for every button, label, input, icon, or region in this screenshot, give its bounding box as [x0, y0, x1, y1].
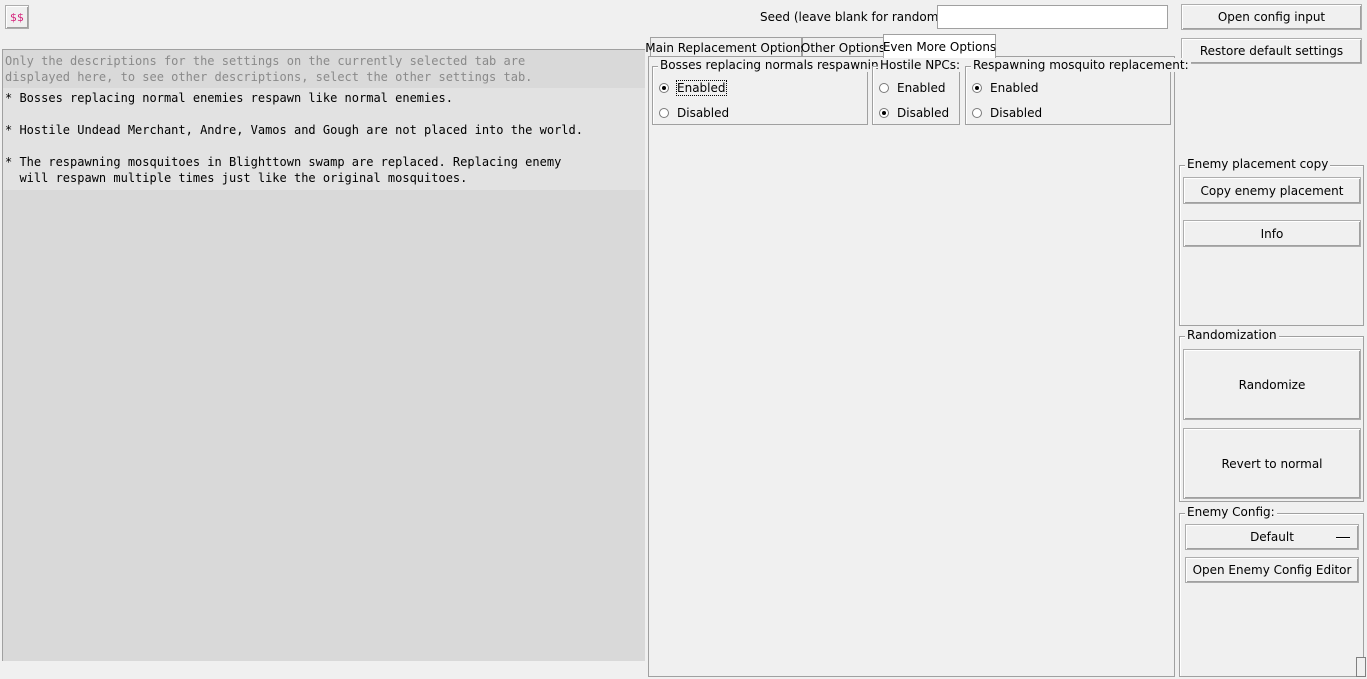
group-title: Randomization: [1185, 328, 1279, 342]
group-title: Enemy placement copy: [1185, 157, 1331, 171]
seed-label: Seed (leave blank for random):: [760, 10, 948, 24]
option-label: Disabled: [677, 106, 730, 120]
group-title: Enemy Config:: [1185, 505, 1277, 519]
tab-main-replacement-options[interactable]: Main Replacement Options: [645, 37, 807, 58]
option-label: Disabled: [990, 106, 1043, 120]
radio-button[interactable]: [659, 83, 669, 93]
radio-button[interactable]: [879, 83, 889, 93]
hostile-npcs-enabled-option[interactable]: Enabled: [879, 81, 946, 95]
option-label: Enabled: [990, 81, 1039, 95]
randomize-button[interactable]: Randomize: [1183, 349, 1361, 420]
group-title: Bosses replacing normals respawning:: [658, 58, 893, 72]
copy-enemy-placement-button[interactable]: Copy enemy placement: [1183, 177, 1361, 204]
option-label: Disabled: [897, 106, 950, 120]
dollar-icon: $$: [10, 10, 24, 24]
description-item: * Bosses replacing normal enemies respaw…: [5, 91, 453, 105]
restore-default-settings-button[interactable]: Restore default settings: [1181, 38, 1362, 64]
intro-line: Only the descriptions for the settings o…: [5, 54, 526, 68]
enemy-config-selected: Default: [1250, 530, 1294, 544]
tab-other-options[interactable]: Other Options: [801, 37, 885, 58]
enemy-config-dropdown[interactable]: Default: [1185, 524, 1359, 550]
settings-description-panel[interactable]: Only the descriptions for the settings o…: [2, 49, 645, 661]
bosses-respawning-disabled-option[interactable]: Disabled: [659, 106, 729, 120]
description-item: * Hostile Undead Merchant, Andre, Vamos …: [5, 123, 583, 137]
open-enemy-config-editor-button[interactable]: Open Enemy Config Editor: [1185, 557, 1359, 583]
description-item: will respawn multiple times just like th…: [5, 171, 468, 185]
mosquito-replacement-disabled-option[interactable]: Disabled: [972, 106, 1042, 120]
info-button[interactable]: Info: [1183, 220, 1361, 247]
mosquito-replacement-group: Respawning mosquito replacement: Enabled…: [965, 58, 1191, 125]
description-body: * Bosses replacing normal enemies respaw…: [3, 88, 645, 190]
dropdown-indicator-icon: [1336, 537, 1350, 539]
radio-button[interactable]: [972, 83, 982, 93]
seed-input[interactable]: [937, 5, 1168, 29]
radio-button[interactable]: [972, 108, 982, 118]
radio-button[interactable]: [879, 108, 889, 118]
tab-panel: Bosses replacing normals respawning: Ena…: [648, 56, 1191, 677]
revert-to-normal-button[interactable]: Revert to normal: [1183, 428, 1361, 499]
hostile-npcs-disabled-option[interactable]: Disabled: [879, 106, 949, 120]
option-label: Enabled: [676, 80, 727, 96]
intro-line: displayed here, to see other description…: [5, 70, 533, 84]
description-intro: Only the descriptions for the settings o…: [3, 50, 645, 88]
description-item: * The respawning mosquitoes in Blighttow…: [5, 155, 562, 169]
app-icon-button[interactable]: $$: [5, 5, 29, 29]
bosses-respawning-enabled-option[interactable]: Enabled: [659, 80, 727, 96]
group-title: Respawning mosquito replacement:: [971, 58, 1191, 72]
group-title: Hostile NPCs:: [878, 58, 963, 72]
hostile-npcs-group: Hostile NPCs: Enabled Disabled: [872, 58, 963, 125]
radio-button[interactable]: [659, 108, 669, 118]
bosses-respawning-group: Bosses replacing normals respawning: Ena…: [652, 58, 893, 125]
open-config-input-button[interactable]: Open config input: [1181, 4, 1362, 30]
tab-even-more-options[interactable]: Even More Options: [883, 34, 996, 58]
mosquito-replacement-enabled-option[interactable]: Enabled: [972, 81, 1039, 95]
option-label: Enabled: [897, 81, 946, 95]
resize-grip-icon[interactable]: [1356, 657, 1366, 677]
